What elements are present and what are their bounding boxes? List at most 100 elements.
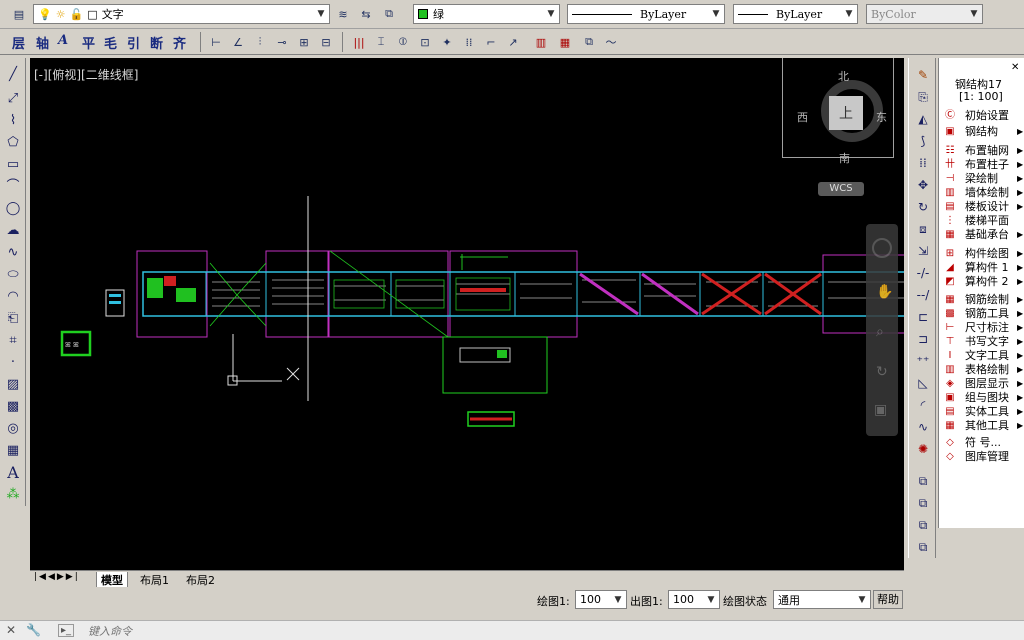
rebar-copy-icon[interactable]: ⧉ — [580, 33, 598, 51]
array-icon[interactable]: ⁞⁞ — [914, 154, 932, 172]
menu-item[interactable]: 卄布置柱子 ▶ — [945, 158, 1023, 172]
tool-flat-button[interactable]: 平 — [82, 33, 95, 52]
tool-break-button[interactable]: 断 — [150, 33, 163, 52]
wcs-menu-button[interactable]: WCS — [818, 182, 864, 196]
menu-item[interactable]: ▤ 实体工具 ▶ — [945, 405, 1023, 419]
color-dropdown[interactable]: 绿 ▼ — [413, 4, 560, 24]
break-icon[interactable]: ⊏ — [914, 308, 932, 326]
trim-icon[interactable]: -/- — [914, 264, 932, 282]
command-prompt-icon[interactable]: ▸_ — [58, 624, 75, 637]
chevron-down-icon[interactable]: ▼ — [856, 594, 868, 606]
rebar-bend-icon[interactable]: ⌐ — [482, 33, 500, 51]
insert-block-icon[interactable]: ⎗ — [4, 310, 22, 328]
lineweight-dropdown[interactable]: ByLayer ▼ — [733, 4, 858, 24]
ellipse-icon[interactable]: ⬭ — [4, 266, 22, 284]
rebar-bars-icon[interactable]: ▥ — [532, 33, 550, 51]
rectangle-icon[interactable]: ▭ — [4, 156, 22, 174]
move-icon[interactable]: ✥ — [914, 176, 932, 194]
tool-text-a-button[interactable]: A — [58, 33, 68, 48]
viewcube-face[interactable]: 上 — [829, 96, 863, 130]
line-icon[interactable]: ╱ — [4, 66, 22, 84]
offset-icon[interactable]: ⟆ — [914, 132, 932, 150]
menu-item[interactable]: ◩ 算构件 2 ▶ — [945, 275, 1023, 289]
menu-item[interactable]: Ⓒ 初始设置 — [945, 109, 1009, 123]
menu-item[interactable]: ▦ 基础承台 ▶ — [945, 228, 1023, 242]
close-icon[interactable]: ✕ — [6, 623, 16, 637]
blend-icon[interactable]: ∿ — [914, 418, 932, 436]
chevron-down-icon[interactable]: ▼ — [315, 8, 327, 20]
mirror-icon[interactable]: ◭ — [914, 110, 932, 128]
menu-item[interactable]: ⋮ 楼梯平面 — [945, 214, 1009, 228]
table-icon[interactable]: ▦ — [4, 442, 22, 460]
menu-item[interactable]: ▥ 表格绘制 ▶ — [945, 363, 1023, 377]
showmotion-icon[interactable]: ▣ — [874, 402, 887, 418]
add-selected-icon[interactable]: ⁂ — [4, 486, 22, 504]
draworder-under-icon[interactable]: ⧉ — [914, 538, 932, 556]
pan-icon[interactable]: ✋ — [876, 284, 893, 300]
orbit-icon[interactable]: ↻ — [876, 364, 888, 380]
tool-layer-button[interactable]: 层 — [12, 33, 25, 52]
break-at-point-icon[interactable]: ⊐ — [914, 330, 932, 348]
menu-item[interactable]: ▥ 墙体绘制 ▶ — [945, 186, 1023, 200]
circle-icon[interactable]: ◯ — [4, 200, 22, 218]
menu-item[interactable]: ▦ 其他工具 ▶ — [945, 419, 1023, 433]
menu-item[interactable]: ◢ 算构件 1 ▶ — [946, 261, 1023, 275]
layer-previous-icon[interactable]: ⇆ — [357, 5, 375, 23]
steering-wheel-icon[interactable] — [872, 238, 892, 258]
help-button[interactable]: 帮助 — [873, 590, 903, 609]
chevron-down-icon[interactable]: ▼ — [705, 594, 717, 606]
chevron-down-icon[interactable]: ▼ — [843, 8, 855, 20]
menu-item[interactable]: ◇ 图库管理 — [946, 450, 1009, 464]
rebar-dots-icon[interactable]: ⁞⁞ — [460, 33, 478, 51]
dim-table-icon[interactable]: ⊞ — [295, 33, 313, 51]
rebar-section-icon[interactable]: ⌶ — [372, 33, 390, 51]
explode-icon[interactable]: ✺ — [914, 440, 932, 458]
rebar-mesh-icon[interactable]: ▦ — [556, 33, 574, 51]
drawing-canvas[interactable]: [-][俯视][二维线框] ꕤ ꕤ 上 北 南 东 西 WCS ✋ ⌕ ↻ ▣ — [30, 58, 904, 570]
gradient-icon[interactable]: ▩ — [4, 398, 22, 416]
menu-item[interactable]: ⊢ 尺寸标注 ▶ — [946, 321, 1024, 335]
linetype-dropdown[interactable]: ByLayer ▼ — [567, 4, 725, 24]
compass-south[interactable]: 南 — [839, 150, 850, 166]
rebar-point-icon[interactable]: ✦ — [438, 33, 456, 51]
menu-item[interactable]: ▤ 楼板设计 ▶ — [945, 200, 1023, 214]
dim-ordinate-icon[interactable]: ⫶ — [251, 33, 269, 51]
viewcube[interactable]: 上 北 南 东 西 — [782, 58, 894, 165]
tab-layout1[interactable]: 布局1 — [136, 572, 173, 588]
menu-item[interactable]: ⊤ 书写文字 ▶ — [946, 335, 1024, 349]
menu-item[interactable]: ◈ 图层显示 ▶ — [946, 377, 1023, 391]
menu-item[interactable]: ⊣ 梁绘制 ▶ — [946, 172, 1024, 186]
draworder-above-icon[interactable]: ⧉ — [914, 516, 932, 534]
dim-grid-icon[interactable]: ⊟ — [317, 33, 335, 51]
menu-item[interactable]: ◇ 符 号... — [946, 436, 1001, 450]
state-dropdown[interactable]: 通用 ▼ — [773, 590, 871, 609]
layer-match-icon[interactable]: ⧉ — [380, 5, 398, 23]
menu-item[interactable]: ▦ 钢筋绘制 ▶ — [945, 293, 1023, 307]
zoom-icon[interactable]: ⌕ — [876, 324, 884, 340]
mtext-icon[interactable]: A — [4, 464, 22, 482]
chevron-down-icon[interactable]: ▼ — [545, 8, 557, 20]
ellipse-arc-icon[interactable]: ◠ — [4, 288, 22, 306]
draw-scale-dropdown[interactable]: 100 ▼ — [575, 590, 627, 609]
tool-align-button[interactable]: 齐 — [173, 33, 186, 52]
compass-north[interactable]: 北 — [838, 68, 849, 84]
layer-manager-icon[interactable]: ▤ — [10, 5, 28, 23]
rebar-circle-icon[interactable]: ⦶ — [394, 33, 412, 51]
dim-leader-icon[interactable]: ⊸ — [273, 33, 291, 51]
fillet-icon[interactable]: ◜ — [914, 396, 932, 414]
point-icon[interactable]: · — [4, 354, 22, 372]
polygon-icon[interactable]: ⬠ — [4, 134, 22, 152]
revcloud-icon[interactable]: ☁ — [4, 222, 22, 240]
copy-icon[interactable]: ⎘ — [914, 88, 932, 106]
layer-dropdown[interactable]: 💡 ☼ 🔓 □ 文字 ▼ — [33, 4, 330, 24]
chamfer-icon[interactable]: ◺ — [914, 374, 932, 392]
tool-axis-button[interactable]: 轴 — [36, 33, 49, 52]
tool-leader-button[interactable]: 引 — [127, 33, 140, 52]
make-block-icon[interactable]: ⌗ — [4, 332, 22, 350]
chevron-down-icon[interactable]: ▼ — [710, 8, 722, 20]
tool-hair-button[interactable]: 毛 — [104, 33, 117, 52]
scale-icon[interactable]: ⧈ — [914, 220, 932, 238]
command-input[interactable] — [88, 623, 588, 639]
region-icon[interactable]: ◎ — [4, 420, 22, 438]
tab-layout2[interactable]: 布局2 — [182, 572, 219, 588]
